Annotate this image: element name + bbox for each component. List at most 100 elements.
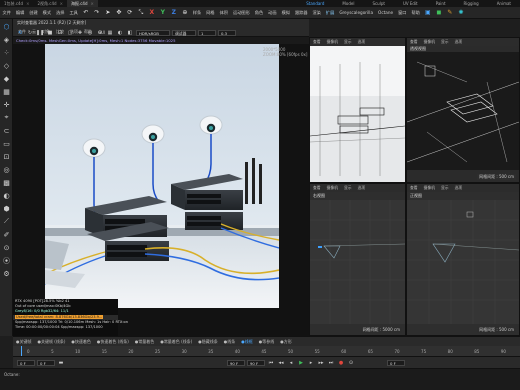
snap-icon[interactable]: ⌖ <box>1 112 12 123</box>
polygons-mode-icon[interactable]: ◆ <box>1 73 12 84</box>
vp-menu-camera[interactable]: 摄像机 <box>421 185 438 191</box>
menu-volume[interactable]: 体积 <box>217 7 230 19</box>
viewport-right[interactable]: 查看 摄像机 显示 选项 右视图 网格间距 : 5000 cm <box>309 183 406 336</box>
close-icon[interactable]: × <box>91 1 94 6</box>
autokey-icon[interactable]: ⊙ <box>347 359 355 367</box>
mode-lines[interactable]: ● 线条 <box>221 339 239 345</box>
vp-menu-options[interactable]: 选项 <box>355 185 369 191</box>
pause-icon[interactable]: ❚❚ <box>36 29 44 37</box>
mode-quick-shading-lines[interactable]: ● 快速着色 (线条) <box>94 339 132 345</box>
vp-menu-camera[interactable]: 摄像机 <box>324 185 341 191</box>
vp-menu-options[interactable]: 选项 <box>355 39 369 45</box>
rotate-icon[interactable]: ⟳ <box>125 8 134 17</box>
coordinate-icon[interactable]: ⊕ <box>180 8 189 17</box>
color-mode-select[interactable]: HDR/sRGB <box>136 30 170 36</box>
snapshot-icon[interactable]: ◧ <box>126 29 134 37</box>
knife-icon[interactable]: ⟋ <box>1 216 12 227</box>
menu-octane[interactable]: Octane <box>376 7 396 19</box>
menu-tools[interactable]: 工具 <box>67 7 80 19</box>
vp-menu-options[interactable]: 选项 <box>452 185 466 191</box>
close-icon[interactable]: × <box>60 1 63 6</box>
vp-menu-display[interactable]: 显示 <box>438 39 452 45</box>
scale-icon[interactable]: ⤡ <box>136 8 145 17</box>
mesh-mode-icon[interactable]: ◈ <box>1 34 12 45</box>
vp-menu-view[interactable]: 查看 <box>407 185 421 191</box>
menu-character[interactable]: 角色 <box>252 7 265 19</box>
record-icon[interactable]: ⦿ <box>1 255 12 266</box>
vp-menu-view[interactable]: 查看 <box>310 185 324 191</box>
vp-menu-display[interactable]: 显示 <box>341 39 355 45</box>
start-frame-field[interactable]: 0 F <box>17 359 35 366</box>
stop-icon[interactable]: ■ <box>46 29 54 37</box>
picker-icon[interactable]: ✚ <box>76 29 84 37</box>
menu-help[interactable]: 帮助 <box>409 7 422 19</box>
field-a[interactable]: 1 <box>198 30 216 36</box>
vp-menu-view[interactable]: 查看 <box>407 39 421 45</box>
grid-icon[interactable]: ▩ <box>1 177 12 188</box>
send-scene-icon[interactable]: ⟲ <box>16 29 24 37</box>
channel-icon[interactable]: ▦ <box>106 29 114 37</box>
brush-icon[interactable]: ✐ <box>1 229 12 240</box>
min-frame-field[interactable]: 0 F <box>37 359 55 366</box>
clay-icon[interactable]: ◐ <box>116 29 124 37</box>
layout-paint[interactable]: Paint <box>427 0 455 7</box>
menu-animation[interactable]: 动画 <box>266 7 279 19</box>
axis-icon[interactable]: ✛ <box>1 99 12 110</box>
settings-icon[interactable]: ⚙ <box>1 268 12 279</box>
lock-render-icon[interactable]: ⊡ <box>56 29 64 37</box>
menu-select[interactable]: 选择 <box>54 7 67 19</box>
vp-menu-camera[interactable]: 摄像机 <box>324 39 341 45</box>
prev-key-icon[interactable]: ◂◂ <box>277 359 285 367</box>
next-frame-icon[interactable]: ▸ <box>307 359 315 367</box>
viewport-perspective[interactable]: 查看 摄像机 显示 选项 透视视图 网格间距 : 500 cm <box>406 37 520 183</box>
menu-simulate[interactable]: 模拟 <box>279 7 292 19</box>
mode-hidden-lines[interactable]: ● 隐藏线条 <box>195 339 221 345</box>
mode-wireframe[interactable]: ● 线框 <box>238 339 256 345</box>
layout-animate[interactable]: Animat <box>488 0 520 7</box>
vp-menu-display[interactable]: 显示 <box>341 185 355 191</box>
goto-start-icon[interactable]: ⏮ <box>267 359 275 367</box>
mode-isoparms[interactable]: ● 等参线 <box>256 339 278 345</box>
uv-mode-icon[interactable]: ▦ <box>1 86 12 97</box>
vp-menu-camera[interactable]: 摄像机 <box>421 39 438 45</box>
bevel-icon[interactable]: ⬢ <box>1 203 12 214</box>
menu-mograph[interactable]: 运动图形 <box>231 7 253 19</box>
render-view-icon[interactable]: ▣ <box>423 8 432 17</box>
play-icon[interactable]: ▶ <box>297 359 305 367</box>
cube-icon[interactable]: ◼ <box>434 8 443 17</box>
vp-menu-options[interactable]: 选项 <box>452 39 466 45</box>
menu-edit[interactable]: 编辑 <box>13 7 26 19</box>
move-icon[interactable]: ✥ <box>114 8 123 17</box>
slider-icon[interactable]: ▬ <box>57 359 65 367</box>
menu-file[interactable]: 文件 <box>0 7 13 19</box>
paint-icon[interactable]: ◐ <box>1 190 12 201</box>
workplane-icon[interactable]: ▭ <box>1 138 12 149</box>
vp-menu-view[interactable]: 查看 <box>310 39 324 45</box>
menu-spline[interactable]: 样条 <box>190 7 203 19</box>
solo-icon[interactable]: ◎ <box>1 164 12 175</box>
viewport-front[interactable]: 查看 摄像机 显示 选项 正视图 网格间距 : 500 cm <box>406 183 520 336</box>
z-axis-icon[interactable]: Z <box>169 8 178 17</box>
focus-icon[interactable]: ◎ <box>86 29 94 37</box>
zoom-icon[interactable]: ⊕ <box>96 29 104 37</box>
current-frame-field[interactable]: 0 F <box>387 359 405 366</box>
prev-frame-icon[interactable]: ◂ <box>287 359 295 367</box>
redo-icon[interactable]: ↷ <box>92 8 101 17</box>
undo-icon[interactable]: ↶ <box>81 8 90 17</box>
next-key-icon[interactable]: ▸▸ <box>317 359 325 367</box>
live-viewer-render-area[interactable]: Check:0ms/0ms. MeshGen:0ms, Update[H]:0m… <box>13 37 309 336</box>
mode-keyframe-lines[interactable]: ● 关键帧 (线条) <box>35 339 69 345</box>
magnet-icon[interactable]: ⊂ <box>1 125 12 136</box>
close-icon[interactable]: × <box>26 1 29 6</box>
y-axis-icon[interactable]: Y <box>158 8 167 17</box>
playhead[interactable] <box>21 346 22 356</box>
region-icon[interactable]: ▢ <box>66 29 74 37</box>
light-icon[interactable]: ✺ <box>456 8 465 17</box>
menu-greyscalegorilla[interactable]: Greyscalegorilla <box>337 7 376 19</box>
menu-mode[interactable]: 模式 <box>40 7 53 19</box>
model-mode-icon[interactable]: ⬡ <box>1 21 12 32</box>
restart-icon[interactable]: ↻ <box>26 29 34 37</box>
mode-keyframe[interactable]: ● 关键帧 <box>13 339 35 345</box>
viewport-camera[interactable]: 查看 摄像机 显示 选项 <box>309 37 406 183</box>
field-b[interactable]: 0.3 <box>218 30 236 36</box>
